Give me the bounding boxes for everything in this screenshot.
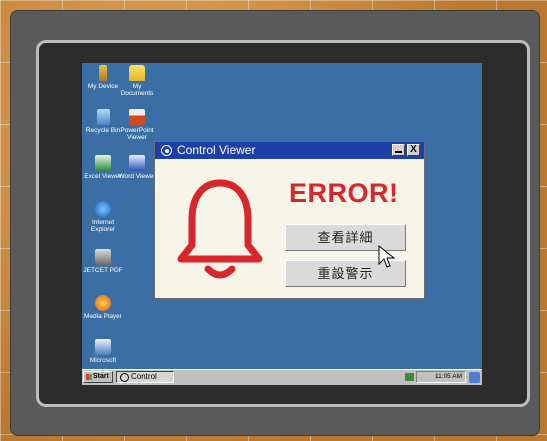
internet-explorer-icon bbox=[95, 201, 111, 217]
alarm-bell-icon bbox=[177, 179, 263, 279]
taskbar: Start Control 11:05 AM bbox=[82, 369, 482, 385]
desktop-toggle-icon[interactable] bbox=[469, 372, 480, 383]
radio-icon bbox=[120, 373, 129, 382]
close-button[interactable]: X bbox=[407, 144, 420, 156]
dialog-title: Control Viewer bbox=[177, 143, 256, 157]
taskbar-item-control[interactable]: Control bbox=[116, 371, 174, 383]
media-player-icon bbox=[95, 295, 111, 311]
app-radio-icon bbox=[161, 145, 172, 156]
desktop-icon-media-player[interactable]: Media Player bbox=[82, 295, 124, 320]
excel-viewer-icon bbox=[95, 155, 111, 171]
microsoft-icon bbox=[95, 339, 111, 355]
minimize-button[interactable] bbox=[392, 144, 405, 156]
dialog-titlebar[interactable]: Control Viewer X bbox=[155, 142, 424, 159]
my-device-icon bbox=[99, 65, 107, 81]
jetcet-pdf-icon bbox=[95, 249, 111, 265]
desktop-icon-internet-explorer[interactable]: Internet Explorer bbox=[82, 201, 124, 233]
desktop-icon-powerpoint-viewer[interactable]: PowerPoint Viewer bbox=[116, 109, 158, 141]
control-viewer-dialog: Control Viewer X ERROR! 查看詳細 重設警示 bbox=[154, 141, 425, 299]
desktop-icon-my-documents[interactable]: My Documents bbox=[116, 65, 158, 97]
system-tray-clock[interactable]: 11:05 AM bbox=[416, 371, 466, 383]
mouse-cursor-icon bbox=[378, 245, 396, 268]
my-documents-icon bbox=[129, 65, 145, 81]
keyboard-icon[interactable] bbox=[405, 373, 414, 381]
word-viewer-icon bbox=[129, 155, 145, 171]
desktop-icon-jetcet-pdf[interactable]: JETCET PDF bbox=[82, 249, 124, 274]
desktop-icon-microsoft[interactable]: Microsoft bbox=[82, 339, 124, 364]
error-heading: ERROR! bbox=[289, 178, 399, 208]
start-button[interactable]: Start bbox=[83, 371, 113, 383]
desktop-icon-word-viewer[interactable]: Word Viewer bbox=[116, 155, 158, 180]
powerpoint-viewer-icon bbox=[129, 109, 145, 125]
recycle-bin-icon bbox=[96, 109, 110, 125]
